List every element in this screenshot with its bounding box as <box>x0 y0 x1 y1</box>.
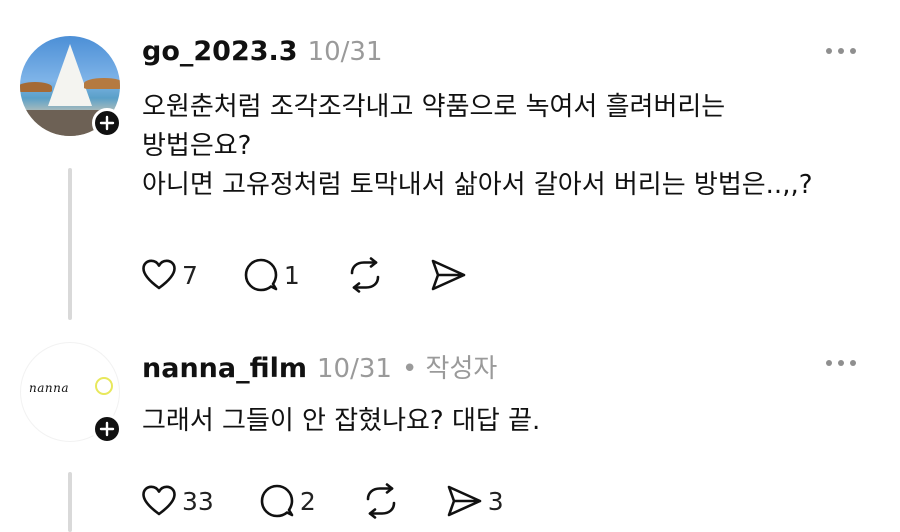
author-badge: • 작성자 <box>401 354 498 384</box>
share-count: 3 <box>487 486 504 516</box>
avatar-nanna_film[interactable]: nanna <box>20 342 122 444</box>
reply-button[interactable]: 1 <box>244 258 300 292</box>
like-button[interactable]: 7 <box>142 259 198 291</box>
comment-line: 그래서 그들이 안 잡혔나요? 대답 끝. <box>142 406 541 436</box>
reply-button[interactable]: 2 <box>260 484 316 518</box>
more-options-icon[interactable] <box>826 48 856 54</box>
comment-line: 방법은요? <box>142 131 252 161</box>
comment-2: nanna nanna_film 10/31 • 작성자 그래서 그들이 안 잡… <box>0 320 900 532</box>
logo-text: nanna <box>29 381 69 395</box>
action-bar: 33 2 3 <box>142 483 550 519</box>
like-count: 33 <box>182 486 214 516</box>
timestamp: 10/31 <box>317 354 392 384</box>
follow-plus-icon[interactable] <box>92 108 122 138</box>
repost-icon <box>350 257 380 293</box>
comment-icon <box>244 258 278 292</box>
repost-button[interactable] <box>346 257 384 293</box>
thread-line <box>68 472 72 532</box>
follow-plus-icon[interactable] <box>92 414 122 444</box>
more-options-icon[interactable] <box>826 360 856 366</box>
username[interactable]: go_2023.3 <box>142 36 298 67</box>
repost-button[interactable] <box>362 483 400 519</box>
share-button[interactable]: 3 <box>446 485 504 517</box>
reply-count: 1 <box>283 260 300 290</box>
heart-icon <box>142 485 176 516</box>
action-bar: 7 1 <box>142 257 512 293</box>
like-button[interactable]: 33 <box>142 485 214 517</box>
send-icon <box>431 259 466 291</box>
comment-1: go_2023.3 10/31 오원춘처럼 조각조각내고 약품으로 녹여서 흘려… <box>0 0 900 320</box>
share-button[interactable] <box>430 259 466 291</box>
comment-line: 오원춘처럼 조각조각내고 약품으로 녹여서 흘려버리는 <box>142 92 726 122</box>
send-icon <box>447 485 482 517</box>
comment-line: 아니면 고유정처럼 토막내서 삶아서 갈아서 버리는 방법은..,,? <box>142 170 813 200</box>
comment-icon <box>260 484 294 518</box>
repost-icon <box>366 483 396 519</box>
like-count: 7 <box>182 260 198 290</box>
avatar-go_2023[interactable] <box>20 36 122 138</box>
reply-count: 2 <box>299 486 316 516</box>
comment-text: 오원춘처럼 조각조각내고 약품으로 녹여서 흘려버리는 방법은요? 아니면 고유… <box>142 88 882 205</box>
heart-icon <box>142 259 176 290</box>
comment-text: 그래서 그들이 안 잡혔나요? 대답 끝. <box>142 402 882 441</box>
thread-line <box>68 168 72 320</box>
username[interactable]: nanna_film <box>142 353 307 384</box>
timestamp: 10/31 <box>307 37 383 67</box>
